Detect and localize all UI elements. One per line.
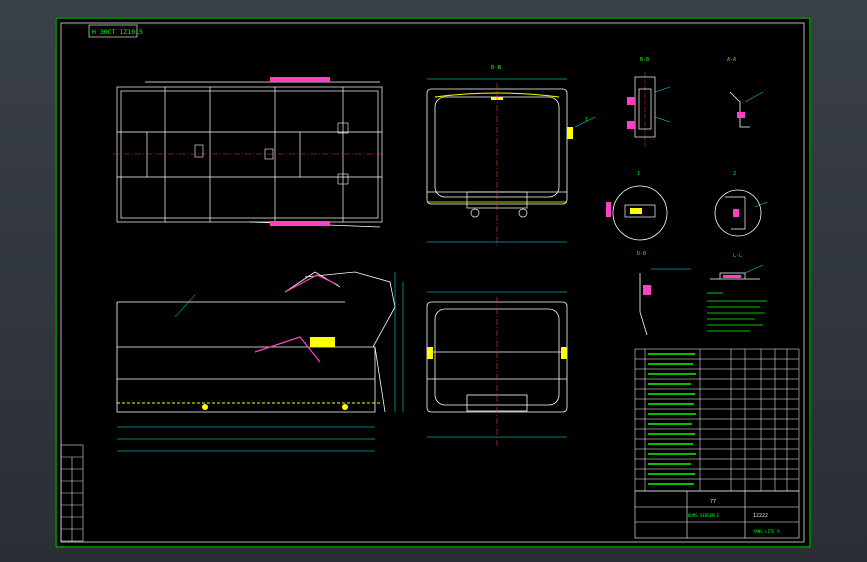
- detail-aa-clip: [737, 112, 745, 118]
- detail-bb-bolt-top: [627, 97, 635, 105]
- detail-aa-leader: [744, 91, 764, 103]
- plan-hinge-top: [270, 77, 330, 82]
- detail-db-label: D-B: [637, 251, 646, 257]
- side-cylinder: [310, 337, 335, 347]
- cad-app-window: H 30CT 1Z1015 B-B 1 B-B A-A 1 2 D-B L-L …: [0, 0, 867, 562]
- side-leader: [174, 294, 196, 318]
- detail-2-leader: [754, 201, 768, 208]
- detail-aa-view[interactable]: A-A: [727, 57, 764, 128]
- side-elevation-view[interactable]: [116, 271, 404, 452]
- detail-db-view[interactable]: D-B: [637, 251, 691, 336]
- detail-2-label: 2: [733, 171, 736, 177]
- detail-ll-label: L-L: [733, 253, 742, 259]
- section-bb-label: B-B: [491, 65, 502, 71]
- detail-ll-view[interactable]: L-L: [710, 253, 764, 280]
- title-block-name: 12222: [753, 513, 768, 519]
- side-roller-2: [342, 404, 348, 410]
- detail-db-clip: [643, 285, 651, 295]
- outer-frame: [55, 17, 811, 548]
- detail-ll-leader: [744, 264, 764, 274]
- detail-bb-leader-1: [654, 86, 671, 93]
- detail-1-label: 1: [637, 171, 640, 177]
- detail-bb-view[interactable]: B-B: [627, 57, 671, 147]
- title-block-drawing-name: YANG LITE 9: [753, 529, 780, 534]
- title-block-drawing-no: BOMS SEREEN E: [688, 513, 720, 518]
- section-bb-part-label: 1: [585, 117, 588, 123]
- detail-1-pad: [606, 202, 611, 217]
- title-block-code: 77: [710, 499, 716, 505]
- title-tag: H 30CT 1Z1015: [92, 28, 143, 36]
- section-aa-right-lock: [561, 347, 567, 359]
- detail-ll-strip: [723, 275, 741, 278]
- detail-aa-label: A-A: [727, 57, 736, 63]
- plan-view[interactable]: [113, 77, 385, 228]
- detail-2-view[interactable]: 2: [714, 171, 768, 237]
- revision-strip: [60, 444, 84, 542]
- detail-2-pad: [733, 209, 739, 217]
- plan-hinge-bottom: [270, 221, 330, 226]
- side-dimensions: [117, 272, 404, 452]
- detail-1-view[interactable]: 1: [606, 171, 668, 241]
- detail-1-weld: [630, 208, 642, 214]
- section-aa-view[interactable]: [426, 291, 568, 447]
- section-bb-view[interactable]: B-B 1: [426, 65, 596, 247]
- section-bb-lock: [567, 127, 573, 139]
- side-lift-arm: [284, 274, 339, 293]
- detail-bb-bolt-bottom: [627, 121, 635, 129]
- detail-aa-bracket: [729, 91, 750, 128]
- side-roller-1: [202, 404, 208, 410]
- drawing-canvas[interactable]: H 30CT 1Z1015 B-B 1 B-B A-A 1 2 D-B L-L …: [55, 17, 811, 548]
- technical-notes: [707, 292, 767, 332]
- section-aa-left-lock: [427, 347, 433, 359]
- parts-list-table[interactable]: [634, 348, 800, 492]
- drawing-sheet: H 30CT 1Z1015 B-B 1 B-B A-A 1 2 D-B L-L …: [55, 17, 811, 548]
- detail-bb-leader-2: [654, 116, 671, 123]
- inner-frame: [60, 22, 805, 543]
- detail-bb-label: B-B: [640, 57, 649, 63]
- detail-db-profile: [639, 273, 648, 336]
